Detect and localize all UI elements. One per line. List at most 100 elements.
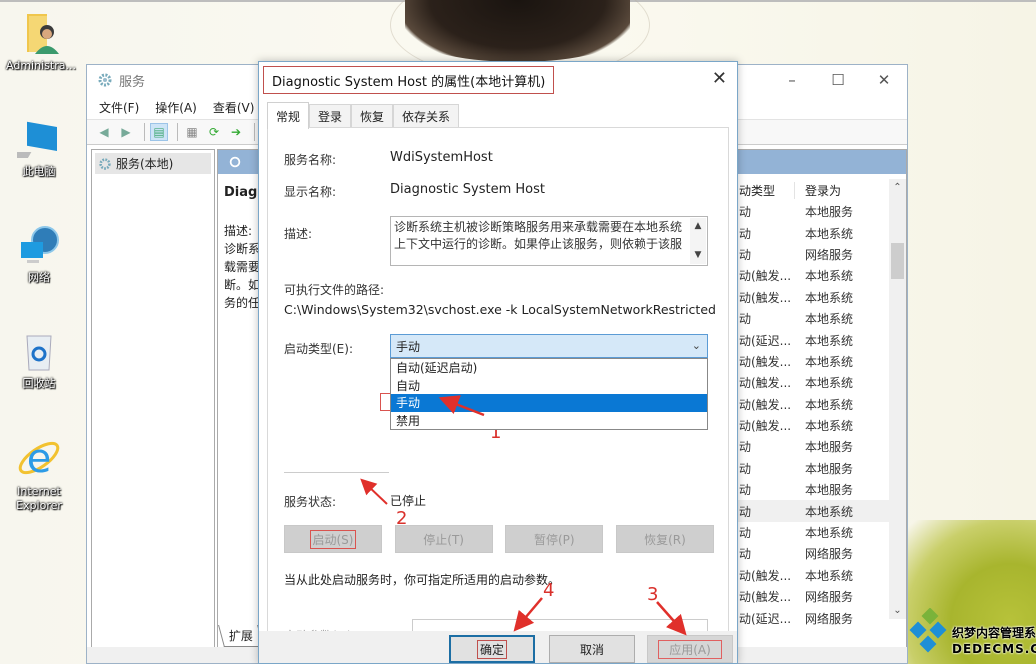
table-row[interactable]: 动 本地系统: [737, 308, 905, 329]
desktop-icon-administrator[interactable]: Administra...: [2, 12, 80, 73]
description-line: 诊断系统主机被诊断策略服务用来承载需要在本地系统: [394, 220, 683, 234]
exe-path-label: 可执行文件的路径:: [284, 283, 385, 297]
menu-file[interactable]: 文件(F): [99, 99, 139, 116]
scroll-down-icon[interactable]: ▼: [695, 247, 702, 264]
watermark-en: DEDECMS.COM: [952, 642, 1036, 656]
service-name-label: 服务名称:: [284, 153, 337, 167]
computer-icon: [17, 121, 57, 158]
table-row[interactable]: 动 本地服务: [737, 201, 905, 222]
tab-logon[interactable]: 登录: [309, 104, 352, 128]
table-row[interactable]: 动 本地系统: [737, 522, 905, 543]
gear-icon: [229, 156, 241, 168]
forward-arrow-icon[interactable]: ▶: [117, 123, 135, 141]
cell-logon-as: 网络服务: [805, 247, 854, 262]
startup-option[interactable]: 禁用: [391, 412, 707, 430]
description-line: 上下文中运行的诊断。如果停止该服务，则依赖于该服: [394, 237, 683, 251]
desktop-icon-label: 网络: [28, 271, 50, 284]
cell-logon-as: 网络服务: [805, 547, 854, 562]
cell-startup-type: 动: [739, 205, 752, 220]
column-logon-as[interactable]: 登录为: [795, 182, 841, 199]
table-row[interactable]: 动 本地服务: [737, 479, 905, 500]
table-row[interactable]: 动 本地系统: [737, 500, 905, 522]
description-scrollbar[interactable]: ▲ ▼: [690, 218, 706, 264]
close-icon[interactable]: ✕: [712, 68, 727, 89]
scrollbar-thumb[interactable]: [891, 243, 904, 279]
cell-startup-type: 动: [739, 483, 752, 498]
stop-button[interactable]: 停止(T): [394, 525, 493, 553]
maximize-button[interactable]: ☐: [815, 65, 861, 95]
table-row[interactable]: 动(延迟... 本地系统: [737, 329, 905, 350]
table-row[interactable]: 动(触发... 本地系统: [737, 265, 905, 286]
table-row[interactable]: 动 网络服务: [737, 543, 905, 564]
cell-logon-as: 本地系统: [805, 376, 854, 391]
back-arrow-icon[interactable]: ◀: [95, 123, 113, 141]
startup-type-select[interactable]: 手动 ⌄: [390, 334, 708, 358]
table-row[interactable]: 动 本地系统: [737, 222, 905, 243]
resume-button[interactable]: 恢复(R): [615, 525, 714, 553]
dialog-footer: 确定 取消 应用(A): [259, 631, 737, 663]
svg-text:e: e: [27, 436, 52, 482]
pause-button[interactable]: 暂停(P): [505, 525, 604, 553]
tab-recovery[interactable]: 恢复: [351, 104, 394, 128]
ok-button[interactable]: 确定: [449, 635, 535, 663]
window-controls: – ☐ ✕: [769, 65, 907, 95]
startup-option[interactable]: 自动(延迟启动): [391, 359, 707, 377]
tree-item-label: 服务(本地): [116, 157, 174, 171]
desktop-icon-internet-explorer[interactable]: e Internet Explorer: [0, 432, 78, 513]
table-row[interactable]: 动(延迟... 网络服务: [737, 607, 905, 628]
table-row[interactable]: 动 本地服务: [737, 436, 905, 457]
cell-logon-as: 本地系统: [805, 333, 854, 348]
cell-startup-type: 动: [739, 440, 752, 455]
properties-icon[interactable]: ▦: [183, 123, 201, 141]
service-status-value: 已停止: [390, 494, 427, 508]
desktop-icon-recycle-bin[interactable]: 回收站: [0, 330, 78, 391]
tree-item-services-local[interactable]: 服务(本地): [95, 153, 211, 174]
display-name-value: Diagnostic System Host: [390, 182, 546, 197]
watermark-cn: 织梦内容管理系统: [952, 626, 1036, 640]
apply-button-label: 应用(A): [658, 639, 722, 659]
service-status-label: 服务状态:: [284, 495, 337, 509]
menu-action[interactable]: 操作(A): [155, 99, 197, 116]
show-console-tree-icon[interactable]: ▤: [150, 123, 168, 141]
desktop-icon-label: 回收站: [22, 377, 56, 390]
cell-startup-type: 动(延迟...: [739, 333, 792, 348]
table-row[interactable]: 动(触发... 本地系统: [737, 394, 905, 415]
table-row[interactable]: 动(触发... 网络服务: [737, 586, 905, 607]
start-button[interactable]: 启动(S): [284, 525, 382, 553]
table-row[interactable]: 动(触发... 本地系统: [737, 351, 905, 372]
apply-button[interactable]: 应用(A): [647, 635, 733, 663]
table-row[interactable]: 动(触发... 本地系统: [737, 287, 905, 308]
cell-logon-as: 本地服务: [805, 205, 854, 220]
menu-view[interactable]: 查看(V): [213, 99, 255, 116]
table-row[interactable]: 动(触发... 本地系统: [737, 565, 905, 586]
description-textbox[interactable]: 诊断系统主机被诊断策略服务用来承载需要在本地系统 上下文中运行的诊断。如果停止该…: [390, 216, 708, 266]
refresh-icon[interactable]: ⟳: [205, 123, 223, 141]
minimize-button[interactable]: –: [769, 65, 815, 95]
desktop-icon-this-pc[interactable]: 此电脑: [0, 118, 78, 179]
column-startup-type[interactable]: 动类型: [737, 181, 795, 199]
cancel-button[interactable]: 取消: [549, 635, 635, 663]
dialog-title: Diagnostic System Host 的属性(本地计算机): [263, 66, 555, 94]
table-row[interactable]: 动(触发... 本地系统: [737, 372, 905, 393]
scroll-up-icon[interactable]: ▲: [695, 218, 702, 235]
cell-startup-type: 动: [739, 504, 752, 519]
cell-startup-type: 动: [739, 461, 752, 476]
tab-general[interactable]: 常规: [267, 102, 310, 129]
cell-startup-type: 动: [739, 226, 752, 241]
scroll-down-icon[interactable]: ⌄: [889, 602, 906, 619]
description-label: 描述:: [284, 227, 313, 241]
export-list-icon[interactable]: ➔: [227, 123, 245, 141]
cell-logon-as: 本地系统: [805, 397, 854, 412]
services-list-scrollbar[interactable]: ⌃ ⌄: [889, 179, 906, 619]
startup-option[interactable]: 自动: [391, 377, 707, 395]
scroll-up-icon[interactable]: ⌃: [889, 179, 906, 196]
startup-option[interactable]: 手动: [391, 394, 707, 412]
desktop-icon-network[interactable]: 网络: [0, 224, 78, 285]
close-button[interactable]: ✕: [861, 65, 907, 95]
table-row[interactable]: 动 本地服务: [737, 458, 905, 479]
cell-logon-as: 本地系统: [805, 568, 854, 583]
table-row[interactable]: 动 网络服务: [737, 244, 905, 265]
tab-dependencies[interactable]: 依存关系: [393, 104, 460, 128]
cell-logon-as: 本地系统: [805, 419, 854, 434]
table-row[interactable]: 动(触发... 本地系统: [737, 415, 905, 436]
